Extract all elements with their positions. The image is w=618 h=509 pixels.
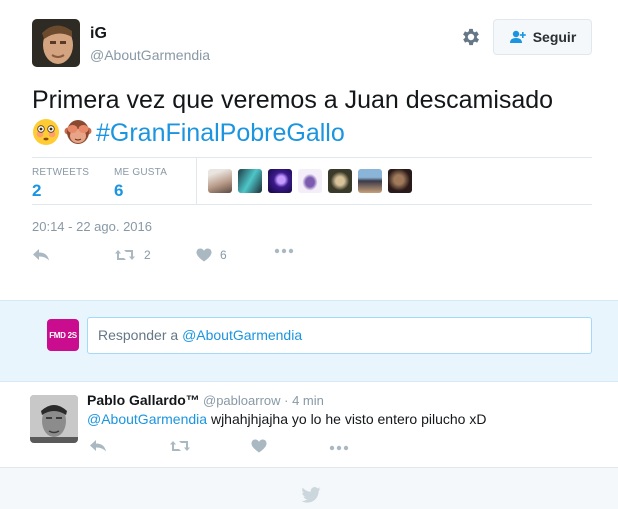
liker-avatar[interactable] bbox=[298, 169, 322, 193]
retweet-button[interactable]: 2 bbox=[114, 248, 151, 262]
stats-divider bbox=[196, 158, 197, 204]
follow-label: Seguir bbox=[532, 29, 577, 45]
retweets-count: 2 bbox=[32, 181, 42, 200]
reply-tweet[interactable]: Pablo Gallardo™ @pabloarrow · 4 min @Abo… bbox=[0, 382, 618, 467]
reply-input[interactable]: Responder a @AboutGarmendia bbox=[87, 317, 592, 354]
reply-author-handle[interactable]: @pabloarrow bbox=[203, 393, 281, 408]
tweet-text: Primera vez que veremos a Juan descamisa… bbox=[32, 84, 592, 150]
liker-avatar[interactable] bbox=[388, 169, 412, 193]
reply-author-meta: @pabloarrow · 4 min bbox=[203, 393, 324, 408]
reply-text: @AboutGarmendia wjhahjhjajha yo lo he vi… bbox=[87, 411, 486, 427]
twitter-bird-icon bbox=[301, 487, 321, 503]
tweet-actions: 2 6 bbox=[32, 248, 332, 272]
reply-button[interactable] bbox=[32, 248, 50, 262]
flushed-face-icon bbox=[33, 119, 59, 145]
current-user-avatar-text: FMD 2S bbox=[49, 330, 77, 340]
add-user-icon bbox=[509, 30, 526, 43]
retweet-icon bbox=[115, 250, 135, 260]
reply-retweet-button[interactable] bbox=[169, 439, 191, 453]
likes-label: ME GUSTA bbox=[114, 167, 168, 178]
liker-avatar[interactable] bbox=[208, 169, 232, 193]
retweets-stat[interactable]: RETWEETS 2 bbox=[32, 167, 89, 201]
retweets-label: RETWEETS bbox=[32, 167, 90, 178]
likers-avatars bbox=[208, 169, 412, 193]
reply-placeholder-prefix: Responder a bbox=[98, 327, 183, 343]
likes-stat[interactable]: ME GUSTA 6 bbox=[114, 167, 167, 201]
liker-avatar[interactable] bbox=[238, 169, 262, 193]
more-button[interactable] bbox=[274, 248, 294, 254]
see-no-evil-monkey-icon bbox=[64, 120, 92, 144]
retweet-action-count: 2 bbox=[144, 248, 151, 262]
liker-avatar[interactable] bbox=[358, 169, 382, 193]
liker-avatar[interactable] bbox=[328, 169, 352, 193]
reply-reply-button[interactable] bbox=[89, 439, 107, 453]
likes-count: 6 bbox=[114, 181, 124, 200]
tweet-text-main: Primera vez que veremos a Juan descamisa… bbox=[32, 86, 554, 114]
tweet-stats: RETWEETS 2 ME GUSTA 6 bbox=[32, 157, 592, 205]
conversation-footer bbox=[0, 467, 618, 509]
reply-icon bbox=[33, 249, 49, 261]
like-button[interactable]: 6 bbox=[196, 248, 227, 262]
gear-icon[interactable] bbox=[460, 26, 482, 48]
reply-more-button[interactable] bbox=[329, 445, 349, 451]
reply-placeholder-mention: @AboutGarmendia bbox=[182, 327, 303, 343]
reply-author-avatar[interactable] bbox=[30, 395, 78, 443]
reply-mention-link[interactable]: @AboutGarmendia bbox=[87, 411, 207, 427]
author-handle[interactable]: @AboutGarmendia bbox=[90, 47, 210, 63]
like-action-count: 6 bbox=[220, 248, 227, 262]
author-name[interactable]: iG bbox=[90, 25, 107, 43]
reply-composer: FMD 2S Responder a @AboutGarmendia bbox=[0, 300, 618, 382]
more-dots-icon bbox=[329, 445, 349, 451]
reply-icon bbox=[90, 440, 106, 452]
heart-icon bbox=[251, 439, 267, 453]
heart-icon bbox=[196, 248, 212, 262]
current-user-avatar: FMD 2S bbox=[47, 319, 79, 351]
reply-actions bbox=[87, 439, 367, 459]
tweet-timestamp[interactable]: 20:14 - 22 ago. 2016 bbox=[32, 219, 152, 234]
more-dots-icon bbox=[274, 248, 294, 254]
reply-text-body: wjhahjhjajha yo lo he visto entero piluc… bbox=[207, 411, 487, 427]
hashtag-link[interactable]: #GranFinalPobreGallo bbox=[96, 119, 345, 147]
reply-time[interactable]: · 4 min bbox=[284, 393, 324, 408]
reply-author-name[interactable]: Pablo Gallardo™ bbox=[87, 392, 200, 408]
retweet-icon bbox=[170, 441, 190, 451]
liker-avatar[interactable] bbox=[268, 169, 292, 193]
reply-like-button[interactable] bbox=[251, 439, 267, 453]
tweet-permalink: iG @AboutGarmendia Seguir Primera vez qu… bbox=[0, 0, 618, 300]
follow-button[interactable]: Seguir bbox=[493, 19, 592, 55]
author-avatar[interactable] bbox=[32, 19, 80, 67]
